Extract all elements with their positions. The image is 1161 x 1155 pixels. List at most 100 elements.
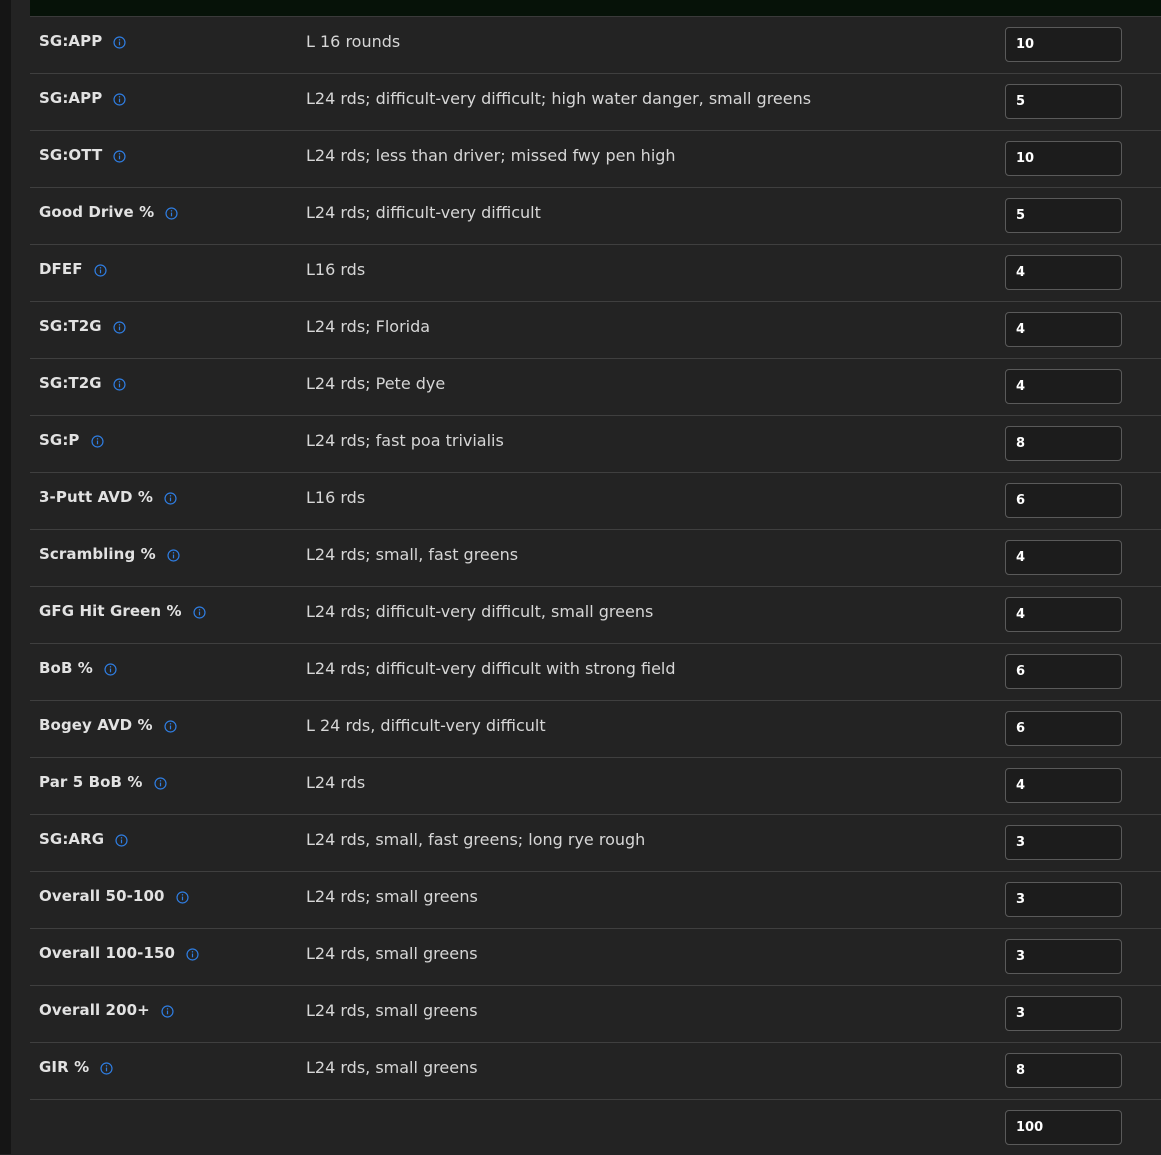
- stat-name: Overall 100-150: [39, 944, 199, 962]
- info-circle-icon[interactable]: [90, 434, 104, 448]
- stat-name: BoB %: [39, 659, 117, 677]
- stat-description: L24 rds; Florida: [306, 317, 431, 336]
- info-circle-icon[interactable]: [94, 263, 107, 277]
- weight-input[interactable]: [1005, 27, 1122, 62]
- info-circle-icon[interactable]: [164, 719, 177, 733]
- weight-input[interactable]: [1005, 483, 1122, 518]
- stat-name: Scrambling %: [39, 545, 180, 563]
- stat-name: SG:T2G: [39, 317, 126, 335]
- stat-name-label: Overall 100-150: [39, 944, 176, 962]
- stat-description: L24 rds; difficult-very difficult with s…: [306, 659, 676, 678]
- weight-input[interactable]: [1005, 1053, 1122, 1088]
- stat-description: L24 rds, small greens: [306, 1058, 478, 1077]
- stat-name-label: Overall 50-100: [39, 887, 165, 905]
- stat-name-label: Scrambling %: [39, 545, 156, 563]
- stat-name-label: Par 5 BoB %: [39, 773, 143, 791]
- weight-input[interactable]: [1005, 768, 1122, 803]
- table-row: SG:T2G L24 rds; Pete dye: [30, 359, 1161, 416]
- stat-name: GFG Hit Green %: [39, 602, 206, 620]
- stat-name: GIR %: [39, 1058, 113, 1076]
- left-rail: [0, 0, 11, 1154]
- info-circle-icon[interactable]: [167, 548, 180, 562]
- weight-input[interactable]: [1005, 939, 1122, 974]
- stat-name-label: SG:ARG: [39, 830, 105, 848]
- table-row: Par 5 BoB % L24 rds: [30, 758, 1161, 815]
- weight-input[interactable]: [1005, 141, 1122, 176]
- stat-description: L24 rds; fast poa trivialis: [306, 431, 504, 450]
- table-row: Overall 200+ L24 rds, small greens: [30, 986, 1161, 1043]
- stat-description: L16 rds: [306, 260, 366, 279]
- stat-description: L24 rds, small, fast greens; long rye ro…: [306, 830, 646, 849]
- stat-weights-table: SG:APP L 16 rounds SG:APP L24 rds; difficul…: [30, 17, 1161, 1155]
- stat-name: Overall 200+: [39, 1001, 174, 1019]
- table-row: SG:T2G L24 rds; Florida: [30, 302, 1161, 359]
- info-circle-icon[interactable]: [113, 320, 126, 334]
- stat-description: L 16 rounds: [306, 32, 401, 51]
- stat-name-label: SG:T2G: [39, 317, 102, 335]
- weight-input[interactable]: [1005, 654, 1122, 689]
- info-circle-icon[interactable]: [113, 377, 126, 391]
- info-circle-icon[interactable]: [113, 35, 126, 49]
- total-weight-field[interactable]: [1005, 1110, 1122, 1145]
- stat-description: L16 rds: [306, 488, 366, 507]
- stat-name: SG:P: [39, 431, 104, 449]
- stat-description: L24 rds; small greens: [306, 887, 478, 906]
- info-circle-icon[interactable]: [115, 833, 128, 847]
- stat-name-label: Good Drive %: [39, 203, 155, 221]
- stat-name: Overall 50-100: [39, 887, 189, 905]
- info-circle-icon[interactable]: [186, 947, 199, 961]
- stat-name-label: SG:APP: [39, 89, 103, 107]
- weight-input[interactable]: [1005, 825, 1122, 860]
- weight-input[interactable]: [1005, 84, 1122, 119]
- info-circle-icon[interactable]: [153, 776, 167, 790]
- stat-description: L24 rds; difficult-very difficult: [306, 203, 541, 222]
- table-row: SG:ARG L24 rds, small, fast greens; long …: [30, 815, 1161, 872]
- weight-input[interactable]: [1005, 198, 1122, 233]
- weight-input[interactable]: [1005, 312, 1122, 347]
- stat-description: L24 rds; less than driver; missed fwy pe…: [306, 146, 676, 165]
- table-row: Scrambling % L24 rds; small, fast greens: [30, 530, 1161, 587]
- table-row: SG:APP L 16 rounds: [30, 17, 1161, 74]
- info-circle-icon[interactable]: [100, 1061, 113, 1075]
- table-row: SG:P L24 rds; fast poa trivialis: [30, 416, 1161, 473]
- weight-input[interactable]: [1005, 996, 1122, 1031]
- stat-name-label: GIR %: [39, 1058, 90, 1076]
- info-circle-icon[interactable]: [175, 890, 189, 904]
- info-circle-icon[interactable]: [164, 491, 177, 505]
- stat-description: L24 rds; difficult-very difficult, small…: [306, 602, 654, 621]
- weight-input[interactable]: [1005, 426, 1122, 461]
- stat-description: L24 rds, small greens: [306, 944, 478, 963]
- table-row: Overall 50-100 L24 rds; small greens: [30, 872, 1161, 929]
- weight-input[interactable]: [1005, 882, 1122, 917]
- stat-description: L24 rds: [306, 773, 366, 792]
- weight-input[interactable]: [1005, 597, 1122, 632]
- stat-name: SG:APP: [39, 89, 126, 107]
- table-row: Good Drive % L24 rds; difficult-very diff…: [30, 188, 1161, 245]
- stat-name: SG:APP: [39, 32, 126, 50]
- weight-input[interactable]: [1005, 369, 1122, 404]
- stat-name: Bogey AVD %: [39, 716, 177, 734]
- stat-name: SG:ARG: [39, 830, 128, 848]
- weight-input[interactable]: [1005, 711, 1122, 746]
- stat-name-label: SG:APP: [39, 32, 103, 50]
- info-circle-icon[interactable]: [113, 92, 126, 106]
- info-circle-icon[interactable]: [165, 206, 178, 220]
- table-row: 3-Putt AVD % L16 rds: [30, 473, 1161, 530]
- table-row: Overall 100-150 L24 rds, small greens: [30, 929, 1161, 986]
- stat-name: SG:T2G: [39, 374, 126, 392]
- stat-description: L24 rds; Pete dye: [306, 374, 446, 393]
- total-row: [30, 1100, 1161, 1155]
- stat-name: DFEF: [39, 260, 107, 278]
- info-circle-icon[interactable]: [161, 1004, 174, 1018]
- info-circle-icon[interactable]: [193, 605, 206, 619]
- info-circle-icon[interactable]: [104, 662, 117, 676]
- stat-name-label: Overall 200+: [39, 1001, 150, 1019]
- stat-description: L24 rds; small, fast greens: [306, 545, 519, 564]
- stat-name: SG:OTT: [39, 146, 126, 164]
- weight-input[interactable]: [1005, 540, 1122, 575]
- info-circle-icon[interactable]: [113, 149, 126, 163]
- table-row: Bogey AVD % L 24 rds, difficult-very diff…: [30, 701, 1161, 758]
- top-bar: [30, 0, 1161, 17]
- stat-name-label: BoB %: [39, 659, 93, 677]
- weight-input[interactable]: [1005, 255, 1122, 290]
